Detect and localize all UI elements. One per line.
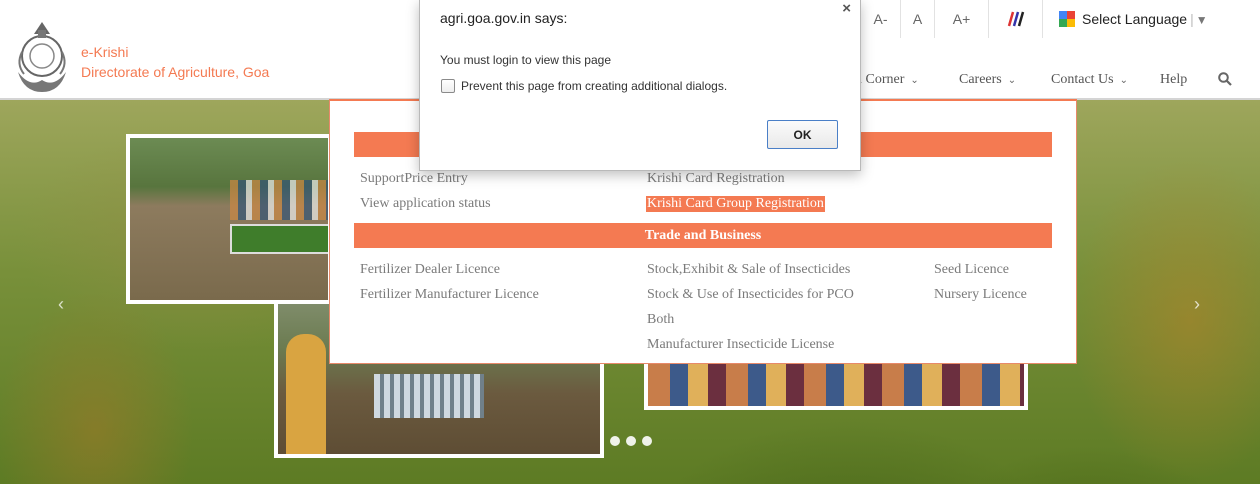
close-icon[interactable]: × [842,0,851,17]
carousel-dots [610,436,652,446]
ok-button[interactable]: OK [767,120,838,149]
font-decrease-button[interactable]: A- [861,0,901,38]
chevron-down-icon: ⌄ [1119,75,1128,86]
carousel-dot[interactable] [610,436,620,446]
language-select[interactable]: Select Language | ▼ [1043,0,1213,38]
prevent-dialogs-label[interactable]: Prevent this page from creating addition… [461,79,727,93]
dialog-message: You must login to view this page [440,53,611,67]
nav-item-help[interactable]: Help [1160,72,1187,88]
font-normal-button[interactable]: A [901,0,935,38]
carousel-next-arrow[interactable]: › [1194,294,1200,315]
goa-emblem-logo[interactable] [10,16,74,96]
carousel-dot[interactable] [642,436,652,446]
menu-link-krishi-card-registration[interactable]: Krishi Card Registration [647,171,785,187]
section-header-trade-business: Trade and Business [354,223,1052,248]
menu-link-supportprice-entry[interactable]: SupportPrice Entry [360,171,468,187]
search-icon[interactable] [1218,72,1232,86]
dialog-title: agri.goa.gov.in says: [440,10,568,26]
prevent-dialogs-checkbox[interactable] [441,79,455,93]
contrast-toggle-icon[interactable] [989,0,1043,38]
menu-link-stock-use-insecticides-pco[interactable]: Stock & Use of Insecticides for PCO [647,287,854,303]
brand-name: e-Krishi [81,44,129,60]
menu-link-both[interactable]: Both [647,312,674,328]
menu-link-fertilizer-manufacturer-licence[interactable]: Fertilizer Manufacturer Licence [360,287,539,303]
menu-link-nursery-licence[interactable]: Nursery Licence [934,287,1027,303]
nav-item-corner[interactable]: n Corner ⌄ [855,72,919,88]
menu-link-fertilizer-dealer-licence[interactable]: Fertilizer Dealer Licence [360,262,500,278]
font-increase-button[interactable]: A+ [935,0,989,38]
menu-link-krishi-card-group-registration[interactable]: Krishi Card Group Registration [646,196,825,212]
menu-link-manufacturer-insecticide-license[interactable]: Manufacturer Insecticide License [647,337,834,353]
dropdown-arrow-icon: ▼ [1195,13,1208,27]
carousel-photo-field [126,134,332,304]
alert-dialog: agri.goa.gov.in says: × You must login t… [419,0,861,171]
brand-subtitle: Directorate of Agriculture, Goa [81,64,270,80]
chevron-down-icon: ⌄ [910,75,919,86]
carousel-prev-arrow[interactable]: ‹ [58,294,64,315]
carousel-photo-group [644,356,1028,410]
google-translate-icon [1059,3,1075,27]
menu-link-stock-exhibit-sale-insecticides[interactable]: Stock,Exhibit & Sale of Insecticides [647,262,850,278]
nav-item-contact-us[interactable]: Contact Us ⌄ [1051,72,1128,88]
menu-link-view-application-status[interactable]: View application status [360,196,491,212]
language-select-label: Select Language [1082,11,1188,27]
carousel-dot[interactable] [626,436,636,446]
nav-item-careers[interactable]: Careers ⌄ [959,72,1016,88]
chevron-down-icon: ⌄ [1007,75,1017,86]
menu-link-seed-licence[interactable]: Seed Licence [934,262,1009,278]
